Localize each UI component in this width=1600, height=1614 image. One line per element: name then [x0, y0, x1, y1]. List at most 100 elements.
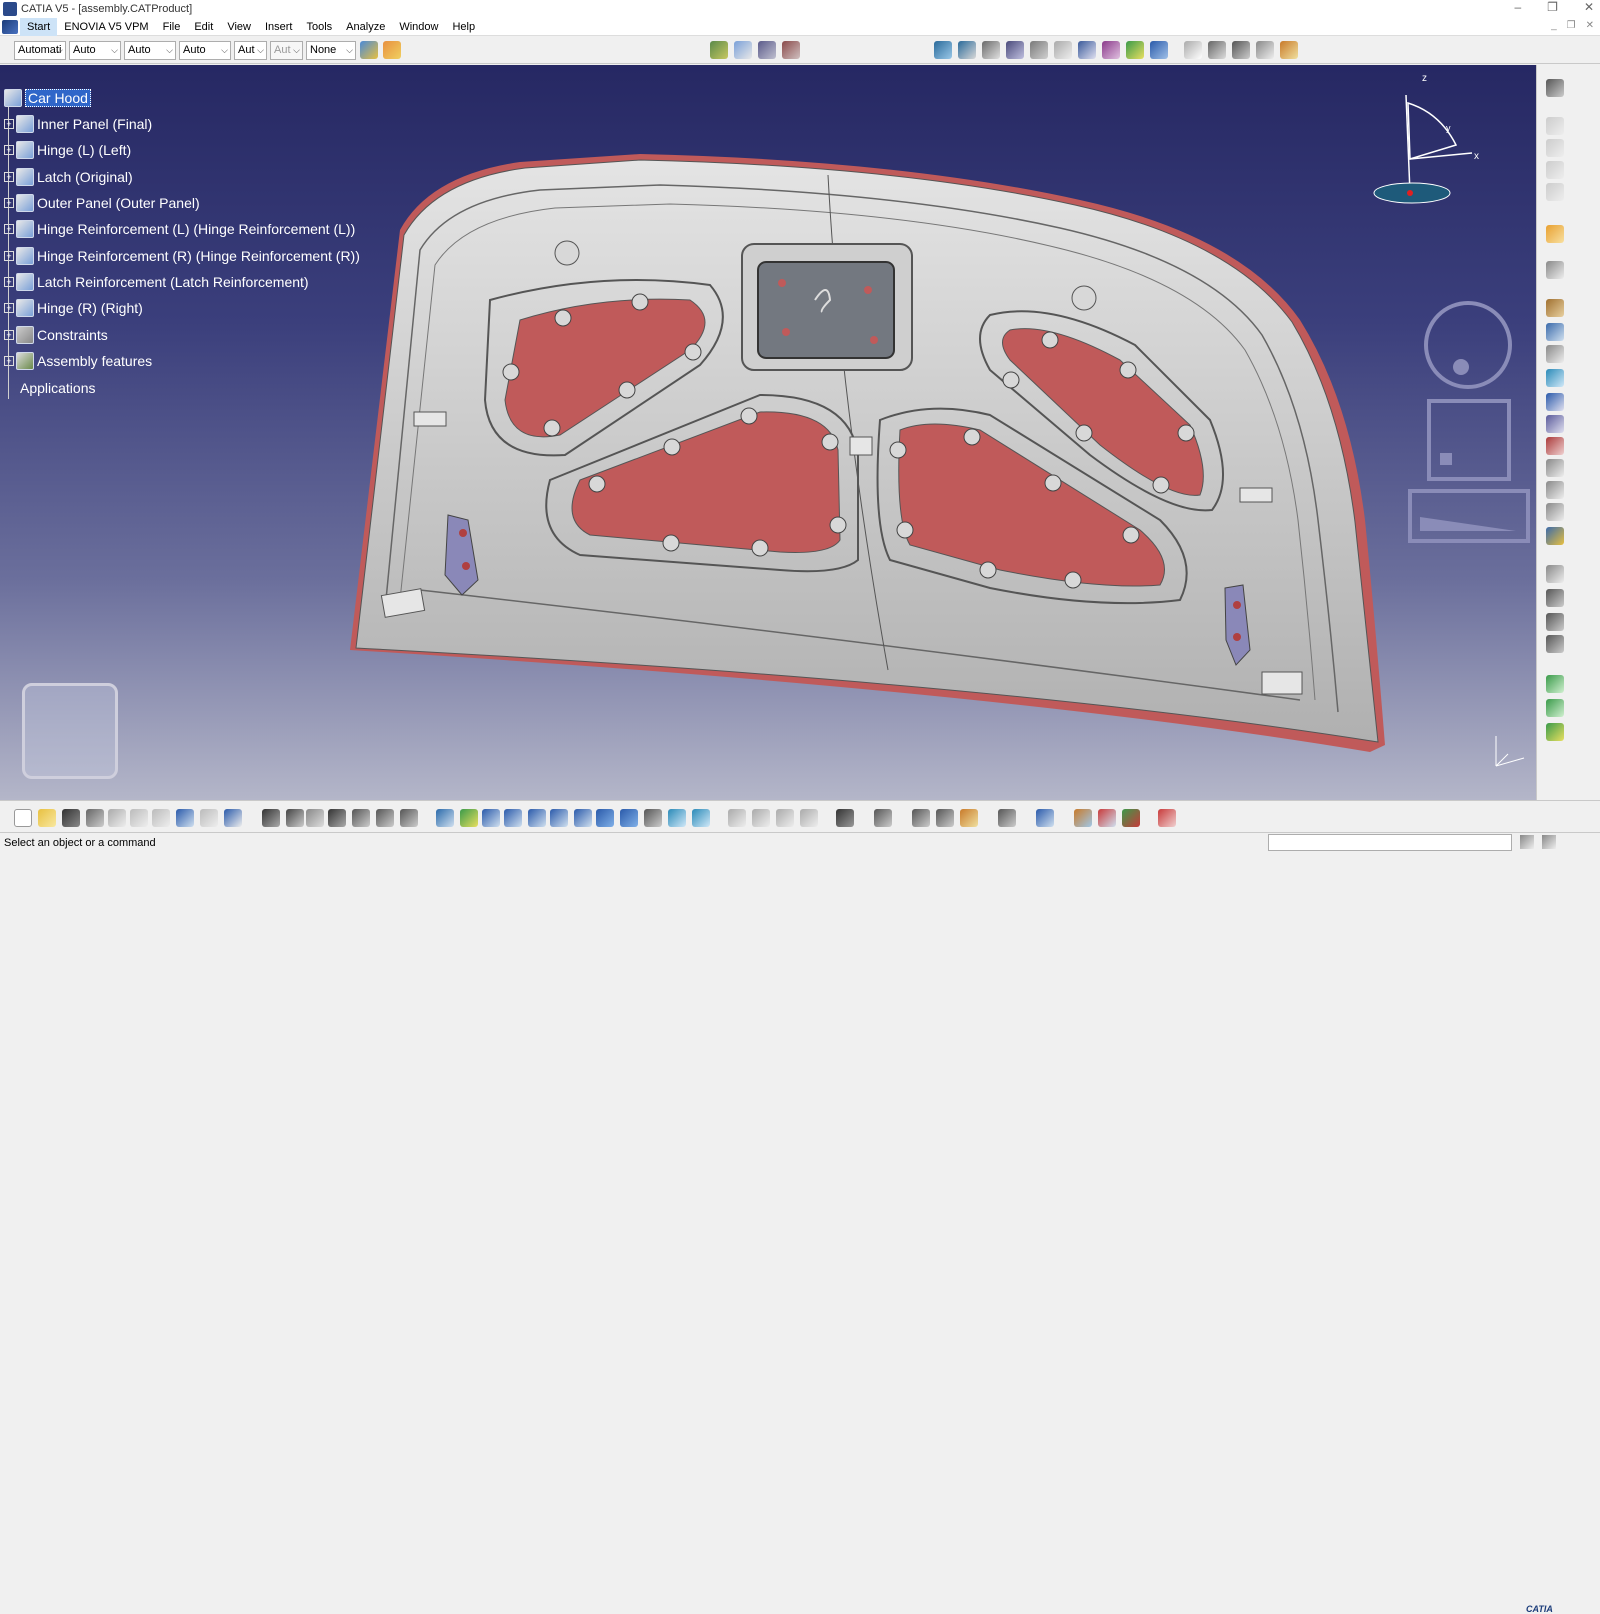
measure-inertia-icon[interactable] — [776, 809, 794, 827]
knowledge-advisor-icon[interactable] — [1074, 809, 1092, 827]
expand-icon[interactable]: + — [4, 277, 14, 287]
hide-show-icon[interactable] — [376, 809, 394, 827]
multi-instantiate-icon[interactable] — [936, 809, 954, 827]
measure-between-icon[interactable] — [728, 809, 746, 827]
cut-icon[interactable] — [108, 809, 126, 827]
catalog-browser-icon[interactable] — [1280, 41, 1298, 59]
pan-icon[interactable] — [482, 809, 500, 827]
maximize-button[interactable]: ❐ — [1547, 0, 1558, 14]
kinematics-icon[interactable] — [1546, 589, 1564, 607]
line-thickness-combo[interactable]: Auto ⌵ — [124, 41, 176, 60]
expand-icon[interactable]: + — [4, 251, 14, 261]
isometric-view-icon[interactable] — [620, 809, 638, 827]
tree-item-hinge-reinforcement-left[interactable]: + Hinge Reinforcement (L) (Hinge Reinfor… — [4, 218, 355, 240]
menu-enovia[interactable]: ENOVIA V5 VPM — [57, 18, 155, 36]
expand-icon[interactable]: + — [4, 172, 14, 182]
whats-this-icon[interactable] — [224, 809, 242, 827]
car-hood-model[interactable] — [0, 65, 1536, 800]
table-icon[interactable] — [328, 809, 346, 827]
swap-visible-space-icon[interactable] — [400, 809, 418, 827]
expand-icon[interactable]: + — [4, 330, 14, 340]
new-part-icon[interactable] — [758, 41, 776, 59]
enhanced-scene-icon[interactable] — [1546, 503, 1564, 521]
sectioning-icon[interactable] — [1546, 393, 1564, 411]
catalog-icon[interactable] — [1546, 527, 1564, 545]
power-input-icon[interactable] — [1520, 835, 1534, 849]
zoom-out-icon[interactable] — [550, 809, 568, 827]
publication-icon[interactable] — [1546, 675, 1564, 693]
transparency-combo[interactable]: Auto ⌵ — [69, 41, 121, 60]
tree-root[interactable]: Car Hood — [4, 87, 91, 109]
measure-item-icon[interactable] — [752, 809, 770, 827]
tree-item-hinge-reinforcement-right[interactable]: + Hinge Reinforcement (R) (Hinge Reinfor… — [4, 245, 360, 267]
coincidence-constraint-icon[interactable] — [934, 41, 952, 59]
minimize-button[interactable]: – — [1514, 0, 1521, 14]
angle-constraint-icon[interactable] — [1006, 41, 1024, 59]
tree-item-hinge-left[interactable]: + Hinge (L) (Left) — [4, 139, 131, 161]
tree-item-hinge-right[interactable]: + Hinge (R) (Right) — [4, 297, 143, 319]
menu-file[interactable]: File — [156, 18, 188, 36]
compass-widget[interactable]: z y x — [1360, 73, 1500, 213]
menu-start[interactable]: Start — [20, 17, 58, 36]
zoom-in-icon[interactable] — [528, 809, 546, 827]
tree-expand-icon[interactable] — [352, 809, 370, 827]
menu-help[interactable]: Help — [445, 18, 482, 36]
generate-numbering-icon[interactable] — [1546, 139, 1564, 157]
product-structure-icon[interactable] — [1546, 117, 1564, 135]
annotation-text-icon[interactable] — [1208, 41, 1226, 59]
comment-icon[interactable] — [286, 809, 304, 827]
tree-item-latch[interactable]: + Latch (Original) — [4, 166, 133, 188]
fit-all-icon[interactable] — [460, 809, 478, 827]
mdi-restore-button[interactable]: ❐ — [1567, 20, 1576, 31]
menu-view[interactable]: View — [220, 18, 258, 36]
clash-icon[interactable] — [1546, 369, 1564, 387]
multi-view-icon[interactable] — [596, 809, 614, 827]
graphic-properties-color-combo[interactable]: Automati ⌵ — [14, 41, 66, 60]
overview-thumbnail[interactable] — [22, 683, 118, 779]
contact-constraint-icon[interactable] — [958, 41, 976, 59]
capture-icon[interactable] — [836, 809, 854, 827]
expand-icon[interactable]: + — [4, 145, 14, 155]
manage-representations-icon[interactable] — [1546, 183, 1564, 201]
undo-icon[interactable] — [176, 809, 194, 827]
layer-combo[interactable]: None ⌵ — [306, 41, 356, 60]
rotate-dial-knob[interactable] — [1453, 359, 1469, 375]
menu-edit[interactable]: Edit — [187, 18, 220, 36]
expand-icon[interactable]: + — [4, 356, 14, 366]
select-arrow-icon[interactable] — [1546, 225, 1564, 243]
update-all-icon[interactable] — [998, 809, 1016, 827]
rotate-icon[interactable] — [504, 809, 522, 827]
menu-analyze[interactable]: Analyze — [339, 18, 392, 36]
menu-window[interactable]: Window — [392, 18, 445, 36]
save-icon[interactable] — [62, 809, 80, 827]
copy-icon[interactable] — [130, 809, 148, 827]
reuse-pattern-icon[interactable] — [1150, 41, 1168, 59]
tree-item-inner-panel[interactable]: + Inner Panel (Final) — [4, 113, 152, 135]
reorder-icon[interactable] — [912, 809, 930, 827]
tree-item-applications[interactable]: Applications — [20, 377, 96, 399]
3d-viewport[interactable]: Car Hood + Inner Panel (Final) + Hinge (… — [0, 65, 1536, 800]
space-analysis-icon[interactable] — [1546, 565, 1564, 583]
shading-icon[interactable] — [644, 809, 662, 827]
zoom-slider-icon[interactable] — [1408, 489, 1530, 543]
mdi-close-button[interactable]: ✕ — [1586, 20, 1594, 31]
existing-component-icon[interactable] — [782, 41, 800, 59]
stop-manipulate-icon[interactable] — [1546, 345, 1564, 363]
console-icon[interactable] — [1542, 835, 1556, 849]
rotate-dial-icon[interactable] — [1424, 301, 1512, 389]
check-icon[interactable] — [1122, 809, 1140, 827]
new-file-icon[interactable] — [14, 809, 32, 827]
measure-icon[interactable] — [1184, 41, 1202, 59]
tree-item-latch-reinforcement[interactable]: + Latch Reinforcement (Latch Reinforceme… — [4, 271, 309, 293]
explode-icon[interactable] — [1546, 323, 1564, 341]
close-button[interactable]: ✕ — [1584, 0, 1594, 14]
swap-space-icon[interactable] — [692, 809, 710, 827]
menu-insert[interactable]: Insert — [258, 18, 300, 36]
print-icon[interactable] — [86, 809, 104, 827]
flag-note-icon[interactable] — [1232, 41, 1250, 59]
fix-component-icon[interactable] — [1030, 41, 1048, 59]
tree-item-outer-panel[interactable]: + Outer Panel (Outer Panel) — [4, 192, 200, 214]
tree-item-assembly-features[interactable]: + Assembly features — [4, 350, 152, 372]
expand-icon[interactable]: + — [4, 119, 14, 129]
expand-icon[interactable]: + — [4, 198, 14, 208]
